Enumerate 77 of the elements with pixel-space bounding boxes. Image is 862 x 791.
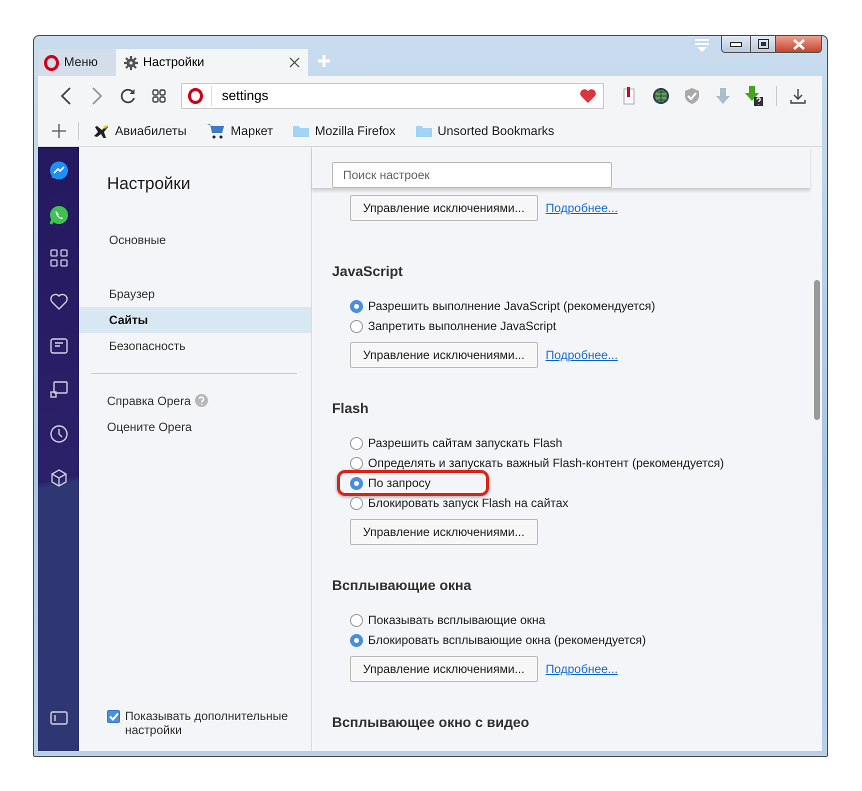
bookmark-link[interactable]: Маркет [206,122,273,140]
radio-label: Разрешить выполнение JavaScript (рекомендуется) [368,298,656,315]
radio-button[interactable] [350,320,363,332]
opera-logo-icon [44,54,59,70]
radio-button[interactable] [350,614,363,626]
section-heading: Всплывающие окна [332,576,472,595]
section-heading: Всплывающее окно с видео [332,713,530,732]
settings-nav-item[interactable]: Оцените Opera [79,414,311,440]
more-info-link[interactable]: Подробнее... [546,660,618,678]
more-info-link[interactable]: Подробнее... [546,346,618,364]
screens-icon[interactable] [50,381,68,399]
maximize-button[interactable] [751,35,776,53]
close-icon [792,38,806,50]
manage-exceptions-button[interactable]: Управление исключениями... [350,195,538,221]
sidebar-panel-icon[interactable] [50,711,68,725]
manage-exceptions-button[interactable]: Управление исключениями... [350,656,538,682]
folder-icon [416,125,432,137]
checkbox-label: Показывать дополнительные настройки [125,709,289,737]
radio-label: Блокировать всплывающие окна (рекомендуется) [368,632,646,649]
globe-icon[interactable] [652,87,670,105]
close-icon[interactable] [289,57,300,68]
radio-button[interactable] [350,300,363,312]
radio-label: Определять и запускать важный Flash-контент (рекомендуется) [368,455,724,472]
download-help-icon[interactable] [744,86,764,106]
folder-icon [292,125,309,137]
maximize-icon [758,39,768,49]
radio-label: По запросу [368,475,431,492]
manage-exceptions-button[interactable]: Управление исключениями... [350,519,538,545]
messenger-icon[interactable] [48,161,68,181]
notepad-icon[interactable] [623,87,636,105]
heart-icon[interactable] [578,88,597,104]
settings-nav-item[interactable]: Браузер [79,280,311,306]
settings-nav-item[interactable]: Основные [79,226,311,252]
shield-check-icon[interactable] [684,87,700,105]
settings-nav-item[interactable]: Сайты [79,306,311,332]
address-bar[interactable]: settings [180,83,604,109]
search-field[interactable]: Поиск настроек [332,162,612,188]
radio-button[interactable] [350,476,363,490]
minimize-button[interactable] [721,35,751,53]
scrollbar-thumb[interactable] [814,280,820,420]
radio-button[interactable] [350,436,363,450]
close-window-button[interactable] [776,35,822,53]
browser-tab[interactable]: Настройки [116,49,308,76]
settings-nav-item[interactable]: Справка Opera [79,388,311,414]
bookmark-link[interactable]: Unsorted Bookmarks [416,122,554,140]
reload-icon[interactable] [120,88,136,104]
airplane-icon [93,124,109,138]
chat-bubble-phone-icon[interactable] [48,205,68,225]
radio-label: Показывать всплывающие окна [368,612,546,629]
opera-logo-icon [188,88,203,104]
checkbox[interactable] [107,710,120,723]
radio-button[interactable] [350,496,363,510]
bookmark-link[interactable]: Авиабилеты [93,122,187,140]
section-heading: JavaScript [332,262,404,281]
add-bookmark-plus-icon[interactable] [52,124,66,138]
radio-button[interactable] [350,634,363,646]
radio-button[interactable] [350,456,363,470]
settings-nav-item[interactable]: Безопасность [79,332,311,358]
more-info-link[interactable]: Подробнее... [546,199,618,217]
news-icon[interactable] [50,337,68,355]
radio-label: Блокировать запуск Flash на сайтах [368,495,568,512]
cube-icon[interactable] [50,469,68,487]
heart-icon[interactable] [48,293,68,311]
bookmark-link[interactable]: Mozilla Firefox [292,122,396,140]
settings-title: Настройки [107,173,192,195]
shopping-cart-icon [206,123,225,139]
manage-exceptions-button[interactable]: Управление исключениями... [350,342,538,368]
section-heading: Flash [332,399,370,418]
clock-icon[interactable] [50,425,68,443]
gear-icon [124,56,138,70]
radio-label: Запретить выполнение JavaScript [368,318,556,335]
radio-label: Разрешить сайтам запускать Flash [368,435,562,452]
speed-dial-grid-icon[interactable] [152,89,166,103]
minimize-icon [730,42,742,46]
grid-icon[interactable] [50,249,68,267]
download-icon[interactable] [790,88,806,104]
menu-button[interactable]: Меню [38,49,116,76]
